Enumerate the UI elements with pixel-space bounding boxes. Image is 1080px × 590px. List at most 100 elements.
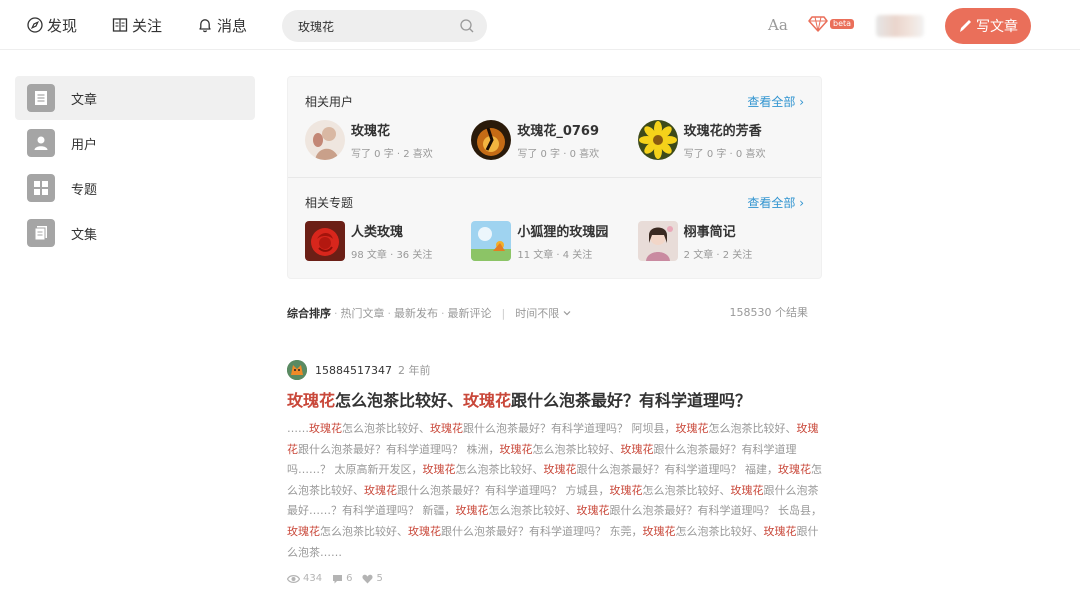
membership-badge[interactable]: beta bbox=[808, 16, 855, 32]
article-excerpt: ……玫瑰花怎么泡茶比较好、玫瑰花跟什么泡茶最好？有科学道理吗？ 阿坝县，玫瑰花怎… bbox=[287, 419, 822, 563]
title-highlight: 玫瑰花 bbox=[287, 391, 336, 410]
sort-option-latest-comment[interactable]: 最新评论 bbox=[448, 305, 492, 321]
sort-option-latest[interactable]: 最新发布 bbox=[394, 305, 438, 321]
write-article-button[interactable]: 写文章 bbox=[945, 8, 1031, 44]
related-collection-name: 小狐狸的玫瑰园 bbox=[517, 225, 609, 240]
related-collections-section: 相关专题 查看全部 › 人类玫瑰 98 文章 · 36 关注 小狐狸的玫瑰园 1… bbox=[288, 194, 821, 261]
excerpt-highlight: 玫瑰花 bbox=[576, 504, 610, 518]
excerpt-text: 怎么泡茶比较好、 bbox=[488, 504, 577, 518]
author-line: 15884517347 2 年前 bbox=[287, 360, 822, 380]
chevron-down-icon bbox=[563, 311, 571, 316]
excerpt-highlight: 玫瑰花 bbox=[455, 504, 489, 518]
excerpt-text: 怎么泡茶比较好、 bbox=[675, 524, 764, 538]
nav-messages-label: 消息 bbox=[217, 16, 248, 35]
user-avatar bbox=[637, 120, 678, 160]
collection-cover bbox=[637, 221, 678, 261]
comments-stat[interactable]: 6 bbox=[332, 573, 352, 584]
nav-follow-label: 关注 bbox=[132, 16, 163, 35]
excerpt-text: 跟什么泡茶最好？有科学道理吗？ 阿坝县， bbox=[463, 422, 676, 435]
user-icon bbox=[27, 129, 55, 157]
write-article-label: 写文章 bbox=[976, 19, 1018, 35]
time-filter-dropdown[interactable]: 时间不限 bbox=[515, 305, 572, 321]
article-title[interactable]: 玫瑰花怎么泡茶比较好、玫瑰花跟什么泡茶最好？有科学道理吗？ bbox=[287, 390, 822, 412]
sidebar-item-users[interactable]: 用户 bbox=[15, 121, 255, 165]
sidebar-item-articles[interactable]: 文章 bbox=[15, 76, 255, 120]
author-avatar[interactable] bbox=[287, 360, 307, 380]
related-collection-card[interactable]: 人类玫瑰 98 文章 · 36 关注 bbox=[305, 221, 471, 261]
excerpt-text: 跟什么泡茶最好？有科学道理吗？ 东莞， bbox=[441, 524, 643, 538]
excerpt-text: 跟什么泡茶最好？有科学道理吗？ 株洲， bbox=[298, 442, 500, 456]
excerpt-highlight: 玫瑰花 bbox=[364, 483, 397, 497]
sort-separator: · bbox=[387, 306, 392, 320]
likes-count: 5 bbox=[376, 573, 383, 585]
excerpt-highlight: 玫瑰花 bbox=[543, 463, 577, 477]
search-box[interactable] bbox=[282, 10, 487, 42]
user-avatar bbox=[305, 120, 345, 160]
related-collection-meta: 2 文章 · 2 关注 bbox=[683, 250, 753, 261]
sort-bar: 综合排序 · 热门文章 · 最新发布 · 最新评论 | 时间不限 158530 … bbox=[287, 304, 822, 322]
sort-separator: · bbox=[334, 306, 338, 320]
sort-option-comprehensive[interactable]: 综合排序 bbox=[287, 305, 331, 321]
related-collection-card[interactable]: 小狐狸的玫瑰园 11 文章 · 4 关注 bbox=[471, 221, 637, 261]
eye-icon bbox=[287, 574, 300, 583]
font-size-toggle[interactable]: Aa bbox=[768, 16, 788, 34]
excerpt-text: 怎么泡茶比较好、 bbox=[455, 463, 544, 477]
excerpt-highlight: 玫瑰花 bbox=[642, 524, 676, 538]
search-input[interactable] bbox=[298, 19, 448, 33]
sort-divider: | bbox=[501, 306, 506, 320]
excerpt-highlight: 玫瑰花 bbox=[408, 524, 441, 538]
publish-time: 2 年前 bbox=[397, 364, 431, 377]
sidebar-item-notebooks[interactable]: 文集 bbox=[15, 211, 255, 255]
sidebar-item-label: 文集 bbox=[71, 227, 98, 243]
search-icon[interactable] bbox=[459, 18, 475, 34]
excerpt-highlight: 玫瑰花 bbox=[675, 422, 709, 435]
related-collections-title: 相关专题 bbox=[305, 196, 354, 210]
related-users-title: 相关用户 bbox=[305, 95, 354, 109]
related-collection-card[interactable]: 栩事简记 2 文章 · 2 关注 bbox=[637, 221, 804, 261]
article-stats: 434 6 5 bbox=[287, 573, 822, 584]
excerpt-highlight: 玫瑰花 bbox=[730, 483, 764, 497]
top-navbar: 发现 关注 消息 Aa beta 写文章 bbox=[0, 0, 1080, 50]
nav-follow[interactable]: 关注 bbox=[112, 14, 162, 36]
related-panel: 相关用户 查看全部 › 玫瑰花 写了 0 字 · 2 喜欢 玫瑰花_0769 写… bbox=[287, 76, 822, 279]
excerpt-highlight: 玫瑰花 bbox=[422, 463, 456, 477]
related-user-card[interactable]: 玫瑰花_0769 写了 0 字 · 0 喜欢 bbox=[471, 120, 637, 160]
related-user-meta: 写了 0 字 · 0 喜欢 bbox=[517, 149, 600, 160]
time-filter-label: 时间不限 bbox=[515, 307, 560, 320]
beta-badge: beta bbox=[830, 19, 855, 29]
related-collection-name: 栩事简记 bbox=[683, 225, 736, 240]
related-user-name: 玫瑰花 bbox=[351, 124, 391, 139]
excerpt-highlight: 玫瑰花 bbox=[499, 442, 533, 456]
sidebar-item-collections[interactable]: 专题 bbox=[15, 166, 255, 210]
related-collection-meta: 98 文章 · 36 关注 bbox=[351, 250, 433, 261]
excerpt-text: 怎么泡茶比较好、 bbox=[320, 524, 408, 538]
views-stat: 434 bbox=[287, 573, 322, 584]
excerpt-highlight: 玫瑰花 bbox=[620, 442, 654, 456]
user-avatar[interactable] bbox=[876, 15, 924, 37]
related-collections-see-all-link[interactable]: 查看全部 › bbox=[747, 194, 804, 211]
sidebar-item-label: 专题 bbox=[71, 182, 98, 198]
nav-messages[interactable]: 消息 bbox=[197, 14, 247, 36]
excerpt-text: 怎么泡茶比较好、 bbox=[532, 442, 621, 456]
related-user-meta: 写了 0 字 · 0 喜欢 bbox=[683, 149, 766, 160]
nav-discover[interactable]: 发现 bbox=[27, 14, 77, 36]
sort-option-hot[interactable]: 热门文章 bbox=[341, 305, 385, 321]
bell-icon bbox=[199, 19, 211, 33]
related-users-see-all-link[interactable]: 查看全部 › bbox=[747, 93, 804, 110]
compass-icon bbox=[27, 17, 43, 33]
related-collection-meta: 11 文章 · 4 关注 bbox=[517, 250, 593, 261]
author-name[interactable]: 15884517347 bbox=[315, 364, 392, 377]
likes-stat[interactable]: 5 bbox=[362, 573, 383, 585]
title-highlight: 玫瑰花 bbox=[463, 391, 512, 410]
related-user-card[interactable]: 玫瑰花的芳香 写了 0 字 · 0 喜欢 bbox=[637, 120, 804, 160]
search-type-sidebar: 文章 用户 专题 文集 bbox=[15, 76, 255, 256]
related-user-card[interactable]: 玫瑰花 写了 0 字 · 2 喜欢 bbox=[305, 120, 471, 160]
excerpt-text: …… bbox=[287, 422, 309, 435]
excerpt-text: 怎么泡茶比较好、 bbox=[342, 422, 430, 435]
book-icon bbox=[112, 18, 128, 32]
comment-icon bbox=[333, 574, 343, 584]
excerpt-text: 怎么泡茶比较好、 bbox=[642, 483, 731, 497]
collection-cover bbox=[471, 221, 512, 261]
title-text: 怎么泡茶比较好、 bbox=[335, 391, 464, 410]
related-user-name: 玫瑰花的芳香 bbox=[683, 124, 762, 139]
